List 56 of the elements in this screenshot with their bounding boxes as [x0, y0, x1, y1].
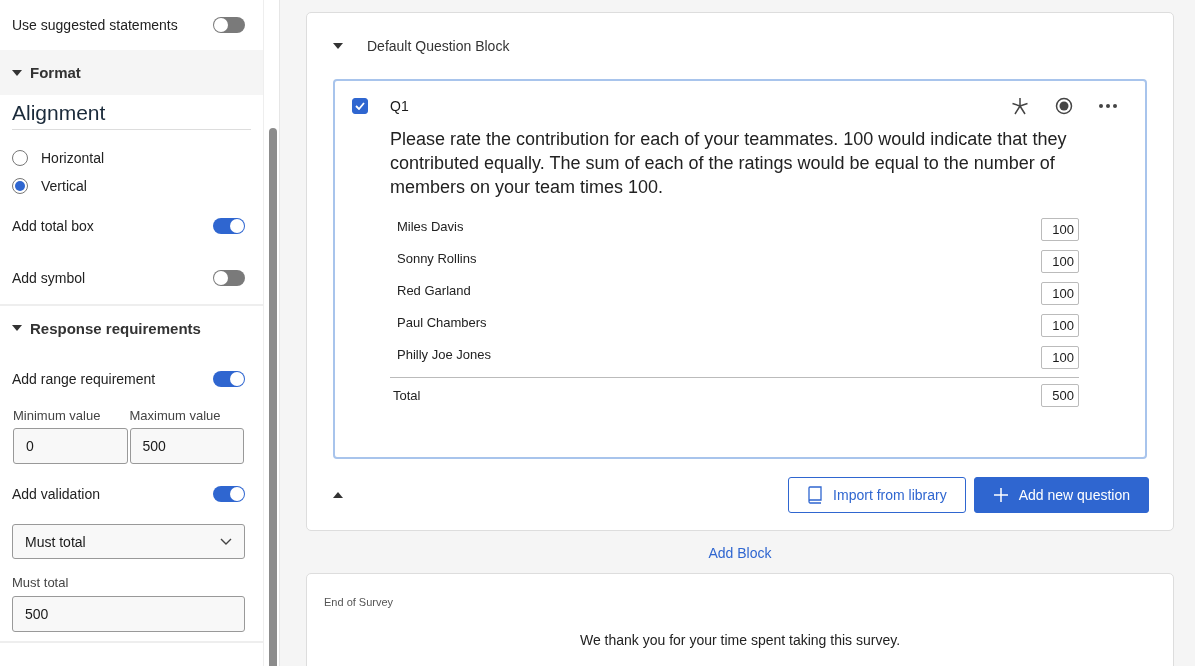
- input-field[interactable]: 0: [13, 428, 128, 464]
- total-label: Total: [393, 388, 421, 403]
- toggle-switch[interactable]: [213, 486, 245, 502]
- toggle-switch[interactable]: [213, 218, 245, 234]
- radio-label: Vertical: [41, 178, 87, 194]
- radio-button[interactable]: [12, 178, 28, 194]
- chevron-down-icon: [220, 538, 232, 545]
- choice-label: Philly Joe Jones: [397, 346, 491, 362]
- radio-target-icon[interactable]: [1055, 97, 1073, 115]
- dropdown[interactable]: Must total: [12, 524, 245, 559]
- block-title: Default Question Block: [367, 38, 510, 54]
- end-block-title: End of Survey: [324, 596, 395, 608]
- toggle-switch[interactable]: [213, 270, 245, 286]
- caret-icon[interactable]: [333, 43, 343, 49]
- toggle-label: Add range requirement: [12, 371, 156, 387]
- section-title[interactable]: Format: [30, 64, 81, 81]
- section-heading: Alignment: [12, 101, 251, 130]
- add-block-link[interactable]: Add Block: [708, 545, 772, 561]
- question-number: Q1: [390, 98, 410, 114]
- checkbox[interactable]: [352, 98, 368, 114]
- choice-label: Paul Chambers: [397, 314, 487, 330]
- scrollbar-thumb[interactable]: [269, 128, 277, 666]
- caret-icon[interactable]: [12, 69, 22, 76]
- toggle-label: Add symbol: [12, 270, 86, 286]
- number-input[interactable]: 100: [1041, 217, 1079, 241]
- choice-label: Red Garland: [397, 282, 471, 298]
- input-field[interactable]: 500: [129, 428, 244, 464]
- more-icon[interactable]: [1099, 104, 1117, 108]
- question-text: Please rate the contribution for each of your teammates. 100 would indicate that they contributed equally. The sum of each of the ratings would be equal to the number of members on your team times 100.: [390, 128, 1068, 199]
- radio-button[interactable]: [12, 150, 28, 166]
- field-label: Maximum value: [129, 408, 222, 423]
- number-input[interactable]: 100: [1041, 249, 1079, 273]
- choice-label: Miles Davis: [397, 218, 464, 234]
- import-button[interactable]: Import from library: [788, 476, 966, 513]
- input-field[interactable]: 500: [12, 596, 245, 632]
- book-icon: [807, 485, 824, 504]
- toggle-switch[interactable]: [213, 17, 245, 33]
- caret-icon[interactable]: [12, 325, 22, 331]
- section-title[interactable]: Response requirements: [30, 319, 201, 337]
- plus-icon: [992, 486, 1009, 503]
- toggle-label: Add total box: [12, 218, 94, 234]
- number-input[interactable]: 100: [1041, 345, 1079, 369]
- radio-label: Horizontal: [41, 150, 105, 166]
- field-label: Minimum value: [13, 408, 102, 423]
- toggle-switch[interactable]: [213, 371, 245, 387]
- toggle-label: Use suggested statements: [12, 17, 178, 33]
- checkmark-icon: [355, 102, 365, 110]
- asterisk-icon[interactable]: [1011, 97, 1029, 115]
- toggle-label: Add validation: [12, 486, 100, 502]
- number-input[interactable]: 100: [1041, 313, 1079, 337]
- number-input[interactable]: 100: [1041, 281, 1079, 305]
- end-message: We thank you for your time spent taking this survey.: [578, 632, 902, 648]
- caret-icon[interactable]: [333, 491, 343, 498]
- add-question-button[interactable]: Add new question: [973, 476, 1149, 513]
- field-label: Must total: [12, 575, 70, 590]
- choice-label: Sonny Rollins: [397, 250, 477, 266]
